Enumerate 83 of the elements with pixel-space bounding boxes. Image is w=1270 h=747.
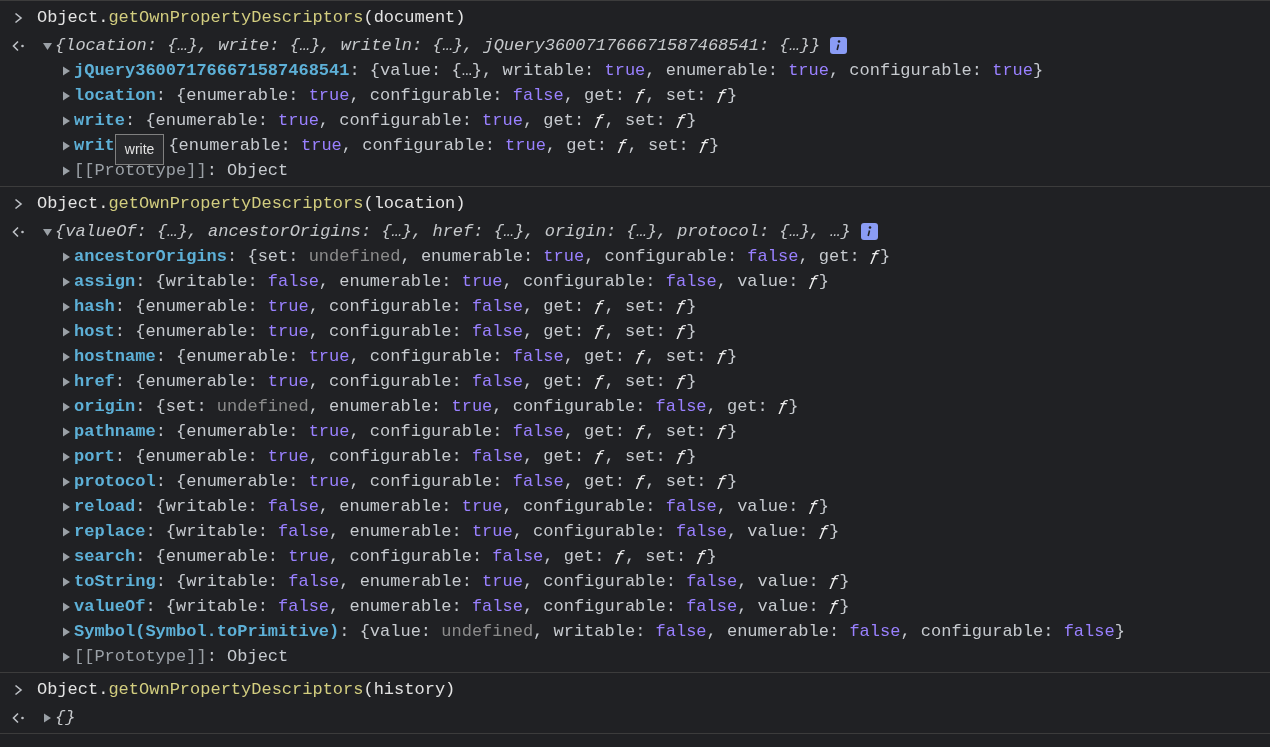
property-key[interactable]: valueOf [74, 593, 146, 620]
expand-arrow-icon[interactable] [62, 326, 71, 337]
expand-arrow-icon[interactable] [62, 476, 71, 487]
property-value: : {enumerable: true, configurable: false, get: ƒ, set: ƒ} [135, 545, 717, 568]
expand-arrow-icon[interactable] [62, 401, 71, 412]
console-command-text: Object.getOwnPropertyDescriptors(history) [37, 678, 456, 701]
expand-arrow-icon[interactable] [62, 426, 71, 437]
expand-arrow-icon[interactable] [62, 351, 71, 362]
result-arrow-icon [12, 39, 26, 52]
prompt-icon [14, 197, 23, 210]
object-summary[interactable]: {location: {…}, write: {…}, writeln: {…}, jQuery360071766671587468541: {…}} [55, 32, 821, 59]
info-icon[interactable] [830, 37, 848, 54]
property-value: : {writable: false, enumerable: false, configurable: false, value: ƒ} [145, 595, 850, 618]
property-value: : {enumerable: true, configurable: false, get: ƒ, set: ƒ} [114, 320, 697, 343]
expand-arrow-icon[interactable] [62, 451, 71, 462]
property-value: : {enumerable: true, configurable: false, get: ƒ, set: ƒ} [155, 420, 738, 443]
result-arrow-icon [12, 711, 26, 724]
expand-arrow-icon[interactable] [62, 601, 71, 612]
property-key[interactable]: assign [74, 268, 136, 295]
property-value: : Object [206, 159, 289, 182]
property-value: : {set: undefined, enumerable: true, configurable: false, get: ƒ} [135, 395, 799, 418]
property-value: : {enumerable: true, configurable: true, get: ƒ, set: ƒ} [125, 109, 697, 132]
property-key[interactable]: location [74, 82, 156, 109]
expand-arrow-icon[interactable] [62, 626, 71, 637]
property-key[interactable]: hash [74, 293, 115, 320]
property-key[interactable]: toString [74, 568, 156, 595]
expand-arrow-icon[interactable] [62, 165, 71, 176]
expand-arrow-icon[interactable] [43, 40, 52, 51]
console-command-text: Object.getOwnPropertyDescriptors(document) [37, 6, 466, 29]
property-value: : {writable: false, enumerable: true, configurable: false, value: ƒ} [135, 270, 829, 293]
result-arrow-icon [12, 225, 26, 238]
property-key[interactable]: [[Prototype]] [74, 643, 207, 670]
expand-arrow-icon[interactable] [43, 712, 52, 723]
property-key[interactable]: origin [74, 393, 136, 420]
expand-arrow-icon[interactable] [62, 65, 71, 76]
property-value: : {writable: false, enumerable: true, configurable: false, value: ƒ} [155, 570, 850, 593]
property-key[interactable]: Symbol(Symbol.toPrimitive) [74, 618, 340, 645]
prompt-icon [14, 683, 23, 696]
property-key[interactable]: write [74, 107, 125, 134]
prompt-icon [14, 11, 23, 24]
property-value: : {value: undefined, writable: false, enumerable: false, configurable: false} [339, 620, 1125, 643]
property-value: : {enumerable: true, configurable: false, get: ƒ, set: ƒ} [114, 445, 697, 468]
property-value: : {enumerable: true, configurable: false, get: ƒ, set: ƒ} [155, 470, 738, 493]
expand-arrow-icon[interactable] [43, 226, 52, 237]
expand-arrow-icon[interactable] [62, 376, 71, 387]
property-key[interactable]: writ [74, 132, 115, 159]
info-icon[interactable] [860, 223, 878, 240]
property-key[interactable]: protocol [74, 468, 156, 495]
property-key[interactable]: pathname [74, 418, 156, 445]
property-key[interactable]: host [74, 318, 115, 345]
object-summary[interactable]: {valueOf: {…}, ancestorOrigins: {…}, href: {…}, origin: {…}, protocol: {…}, …} [55, 218, 851, 245]
expand-arrow-icon[interactable] [62, 576, 71, 587]
property-key[interactable]: search [74, 543, 136, 570]
expand-arrow-icon[interactable] [62, 301, 71, 312]
property-key[interactable]: reload [74, 493, 136, 520]
expand-arrow-icon[interactable] [62, 90, 71, 101]
expand-arrow-icon[interactable] [62, 140, 71, 151]
property-key[interactable]: hostname [74, 343, 156, 370]
property-key[interactable]: port [74, 443, 115, 470]
tooltip: write [114, 134, 165, 165]
expand-arrow-icon[interactable] [62, 551, 71, 562]
expand-arrow-icon[interactable] [62, 501, 71, 512]
property-value: : {enumerable: true, configurable: false, get: ƒ, set: ƒ} [114, 370, 697, 393]
expand-arrow-icon[interactable] [62, 115, 71, 126]
property-value: : {enumerable: true, configurable: false, get: ƒ, set: ƒ} [155, 345, 738, 368]
property-value: {enumerable: true, configurable: true, get: ƒ, set: ƒ} [168, 134, 720, 157]
expand-arrow-icon[interactable] [62, 276, 71, 287]
property-value: : {writable: false, enumerable: true, configurable: false, value: ƒ} [145, 520, 840, 543]
property-value: : {enumerable: true, configurable: false, get: ƒ, set: ƒ} [114, 295, 697, 318]
property-value: : {set: undefined, enumerable: true, configurable: false, get: ƒ} [227, 245, 891, 268]
expand-arrow-icon[interactable] [62, 526, 71, 537]
expand-arrow-icon[interactable] [62, 651, 71, 662]
property-key[interactable]: jQuery360071766671587468541 [74, 57, 350, 84]
property-key[interactable]: href [74, 368, 115, 395]
property-key[interactable]: ancestorOrigins [74, 243, 228, 270]
property-value: : Object [206, 645, 289, 668]
expand-arrow-icon[interactable] [62, 251, 71, 262]
property-value: : {writable: false, enumerable: true, configurable: false, value: ƒ} [135, 495, 829, 518]
console-command-text: Object.getOwnPropertyDescriptors(location) [37, 192, 466, 215]
property-key[interactable]: replace [74, 518, 146, 545]
object-summary[interactable]: {} [55, 704, 76, 731]
property-value: : {value: {…}, writable: true, enumerable: true, configurable: true} [349, 59, 1044, 82]
property-value: : {enumerable: true, configurable: false, get: ƒ, set: ƒ} [155, 84, 738, 107]
